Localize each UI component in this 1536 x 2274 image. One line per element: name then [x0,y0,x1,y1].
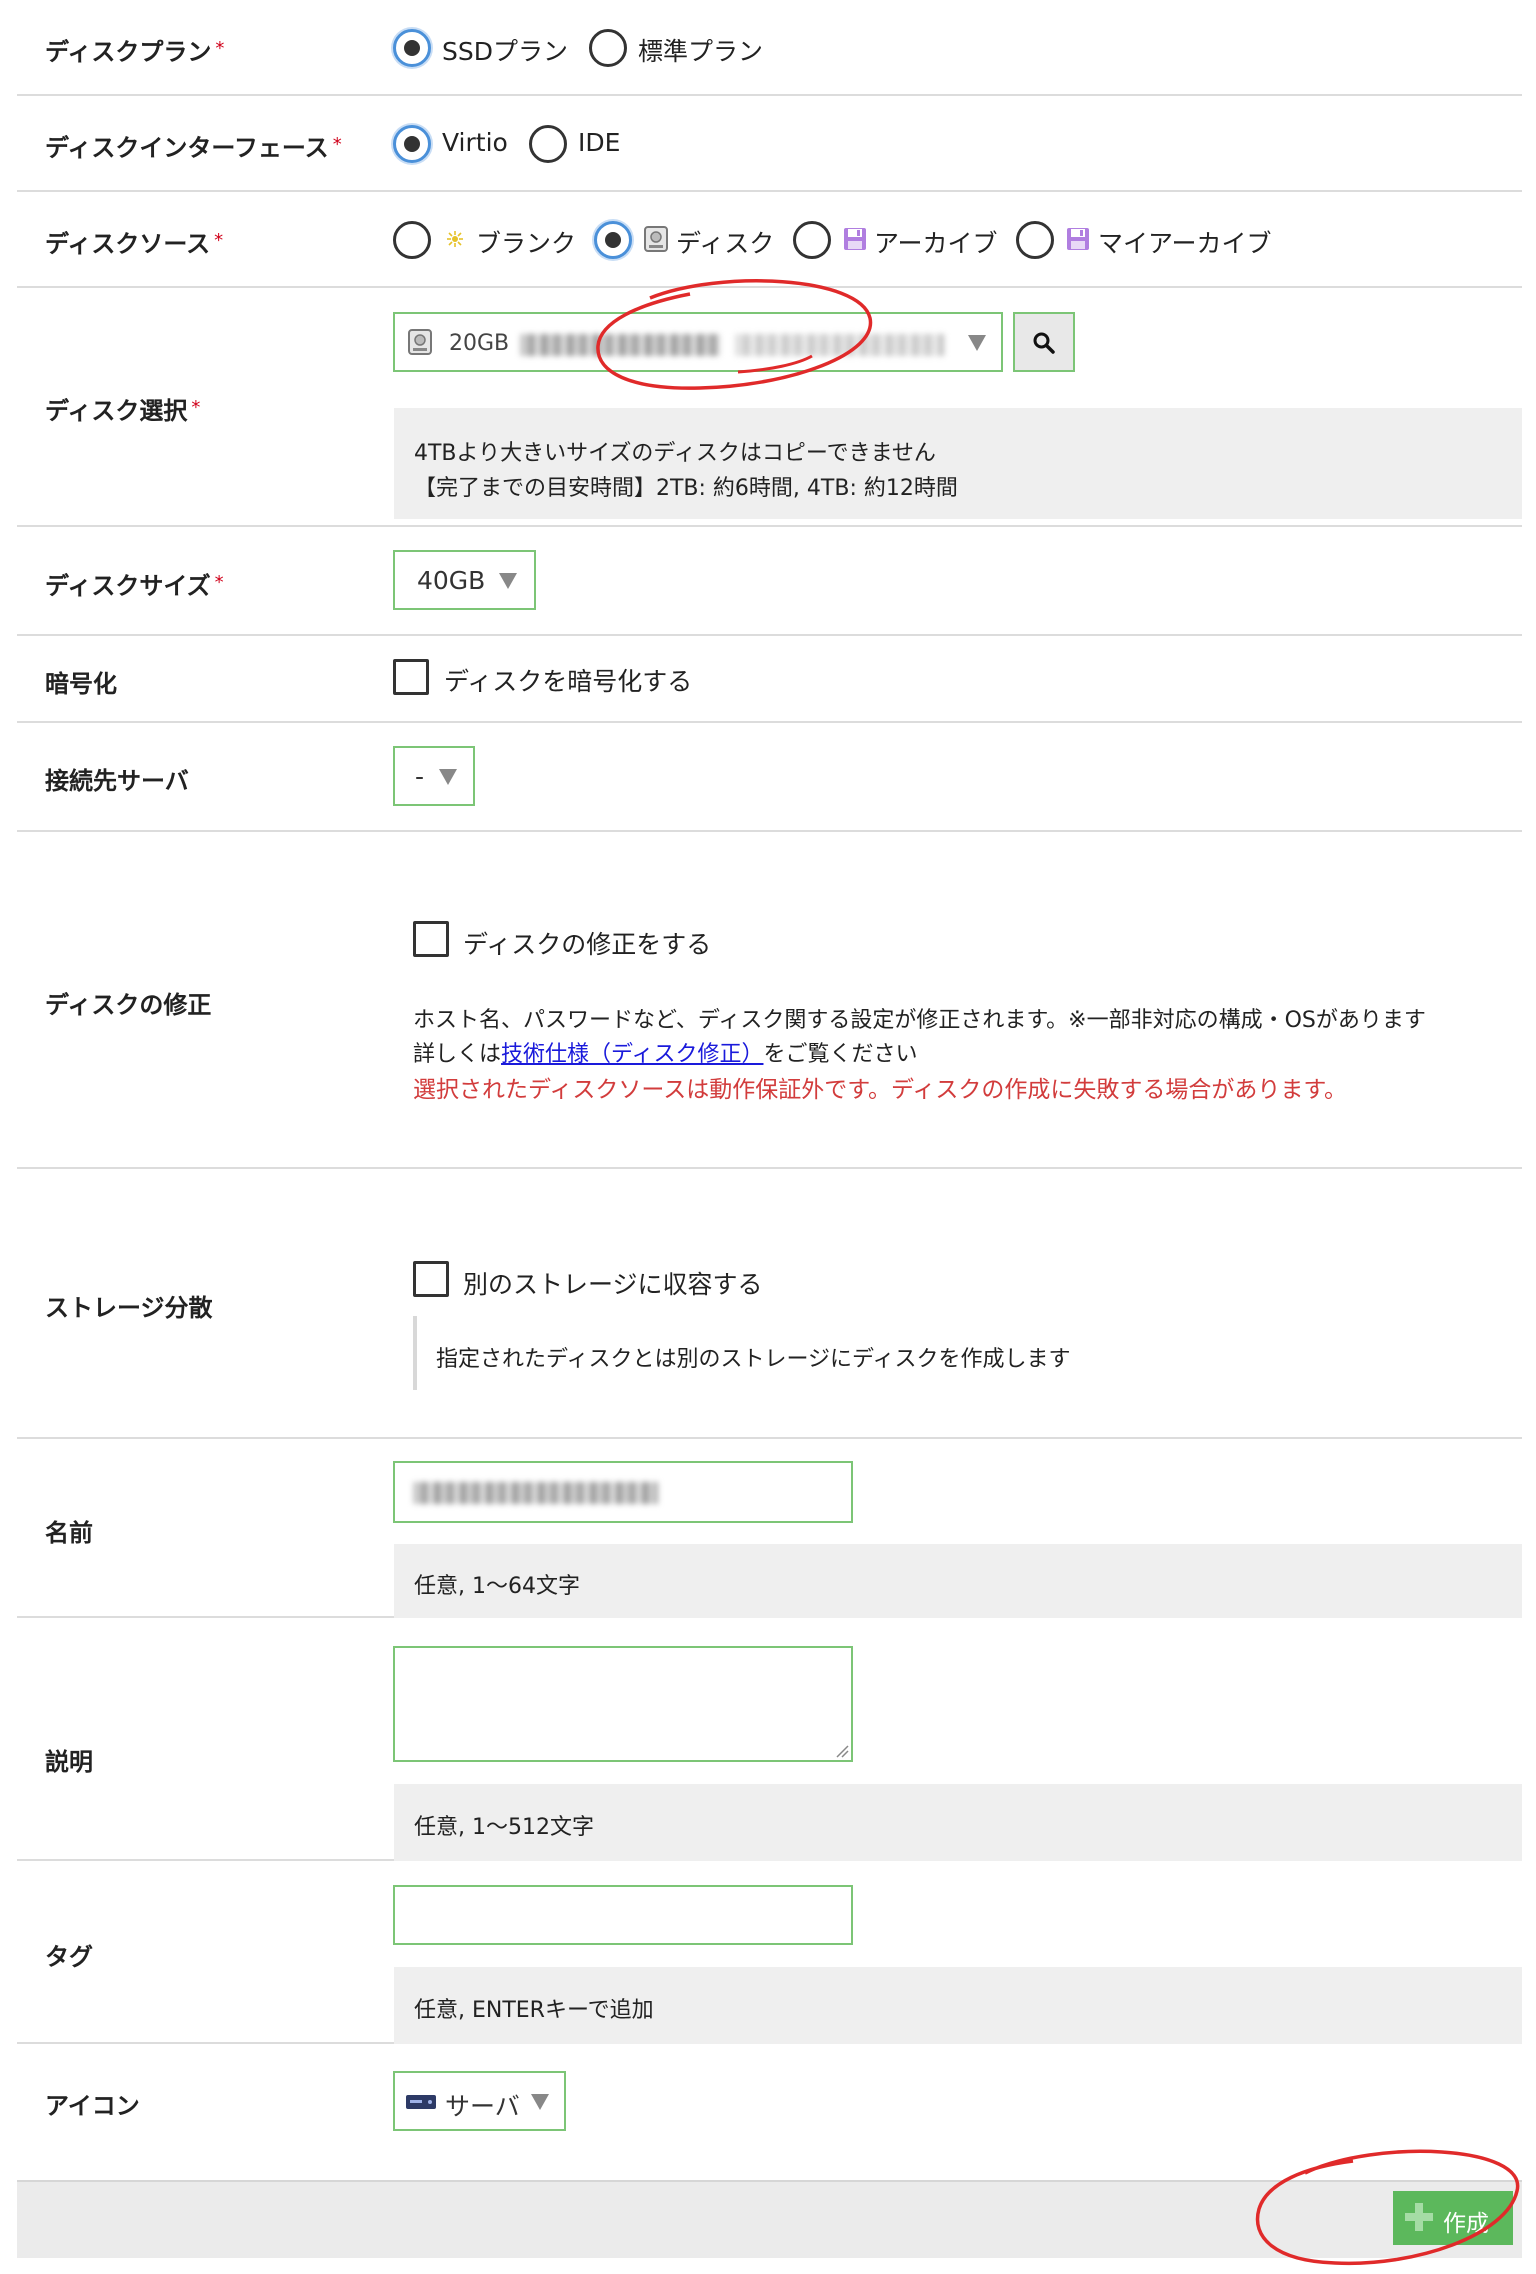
name-note-text: 任意, 1〜64文字 [414,1574,580,1599]
required-mark: * [214,572,224,593]
icon-select[interactable]: サーバ [393,2071,566,2131]
row-disk-size: ディスクサイズ * [17,527,1522,636]
row-server: 接続先サーバ [17,723,1522,832]
icon-label: アイコン [45,2092,140,2120]
chevron-down-icon [499,573,517,589]
option-disk: ディスク [676,229,775,258]
row-icon: アイコン [17,2044,1522,2180]
disk-icon [408,329,432,355]
required-mark: * [214,230,224,251]
note-bar [413,1316,417,1390]
server-select[interactable]: - [393,746,475,806]
row-encryption: 暗号化 [17,636,1522,723]
option-ide: IDE [578,128,621,157]
disk-select-label: ディスク選択 [45,397,188,425]
my-archive-icon [1067,228,1089,250]
description-note: 任意, 1〜512文字 [394,1784,1522,1861]
tags-input[interactable] [393,1885,853,1945]
chevron-down-icon [531,2094,549,2110]
disk-select-note-line2: 【完了までの目安時間】2TB: 約6時間, 4TB: 約12時間 [414,476,958,501]
storage-checkbox-label: 別のストレージに収容する [463,1270,763,1299]
plus-icon [1405,2203,1433,2231]
description-textarea[interactable] [393,1646,853,1762]
option-standard-plan: 標準プラン [638,37,764,66]
disk-modify-warning: 選択されたディスクソースは動作保証外です。ディスクの作成に失敗する場合があります… [413,1077,1348,1103]
disk-plan-label: ディスクプラン [45,38,212,66]
disk-modify-checkbox[interactable] [413,921,449,957]
server-icon [406,2095,436,2109]
disk-select-note-line1: 4TBより大きいサイズのディスクはコピーできません [414,441,936,466]
option-blank: ブランク [476,229,577,258]
disk-size-select[interactable]: 40GB [393,550,536,610]
row-disk-plan: ディスクプラン * [17,0,1522,96]
option-virtio: Virtio [442,128,508,157]
disk-select-dropdown[interactable]: 20GB [393,312,1003,372]
storage-checkbox[interactable] [413,1261,449,1297]
radio-my-archive[interactable] [1016,221,1054,259]
description-label: 説明 [45,1748,93,1776]
server-label: 接続先サーバ [45,767,189,795]
server-value: - [415,762,425,791]
required-mark: * [191,397,201,418]
encryption-label: 暗号化 [45,670,117,698]
disk-source-label: ディスクソース [45,230,211,258]
option-archive: アーカイブ [874,229,998,258]
disk-select-note: 4TBより大きいサイズのディスクはコピーできません 【完了までの目安時間】2TB… [394,408,1522,519]
tags-note: 任意, ENTERキーで追加 [394,1967,1522,2044]
row-disk-interface: ディスクインターフェース * [17,96,1522,192]
option-ssd-plan: SSDプラン [442,37,568,66]
icon-select-value: サーバ [445,2092,520,2121]
redacted-name-value [413,1482,658,1504]
tags-note-text: 任意, ENTERキーで追加 [414,1998,654,2023]
chevron-down-icon [968,335,986,351]
radio-ssd-plan[interactable] [393,29,431,67]
required-mark: * [332,134,342,155]
radio-blank[interactable] [393,221,431,259]
disk-modify-details: 詳しくは技術仕様（ディスク修正）をご覧ください [413,1036,918,1068]
disk-select-size: 20GB [449,331,510,356]
search-button[interactable] [1013,312,1075,372]
disk-modify-label: ディスクの修正 [45,991,212,1019]
disk-size-label: ディスクサイズ [45,572,211,600]
chevron-down-icon [439,769,457,785]
encrypt-checkbox-label: ディスクを暗号化する [444,667,693,696]
archive-icon [844,228,866,250]
radio-disk[interactable] [594,221,632,259]
resize-handle-icon[interactable] [835,1744,849,1758]
disk-icon [644,226,668,252]
encrypt-checkbox[interactable] [393,659,429,695]
search-icon [1033,332,1055,354]
redacted-disk-id [735,334,945,356]
tags-label: タグ [45,1943,93,1971]
radio-virtio[interactable] [393,125,431,163]
radio-archive[interactable] [793,221,831,259]
disk-size-value: 40GB [417,566,486,595]
required-mark: * [215,38,225,59]
details-suffix: をご覧ください [763,1042,918,1067]
option-my-archive: マイアーカイブ [1098,229,1272,258]
row-storage: ストレージ分散 [17,1169,1522,1439]
details-prefix: 詳しくは [413,1042,502,1067]
name-input[interactable] [393,1461,853,1523]
name-note: 任意, 1〜64文字 [394,1544,1522,1618]
radio-standard-plan[interactable] [589,29,627,67]
name-label: 名前 [45,1519,93,1547]
create-button-label: 作成 [1443,2210,1489,2236]
storage-label: ストレージ分散 [45,1294,213,1322]
disk-interface-label: ディスクインターフェース [45,134,329,162]
disk-modify-description: ホスト名、パスワードなど、ディスク関する設定が修正されます。※一部非対応の構成・… [413,1008,1426,1033]
create-button[interactable]: 作成 [1393,2191,1513,2245]
row-disk-modify: ディスクの修正 [17,832,1522,1169]
disk-modify-checkbox-label: ディスクの修正をする [463,930,712,959]
storage-note: 指定されたディスクとは別のストレージにディスクを作成します [436,1347,1071,1372]
tech-spec-link[interactable]: 技術仕様（ディスク修正） [501,1042,763,1067]
redacted-disk-name [520,334,720,356]
footer-bar [17,2180,1522,2258]
sparkle-icon [447,231,463,247]
description-note-text: 任意, 1〜512文字 [414,1815,594,1840]
radio-ide[interactable] [529,125,567,163]
